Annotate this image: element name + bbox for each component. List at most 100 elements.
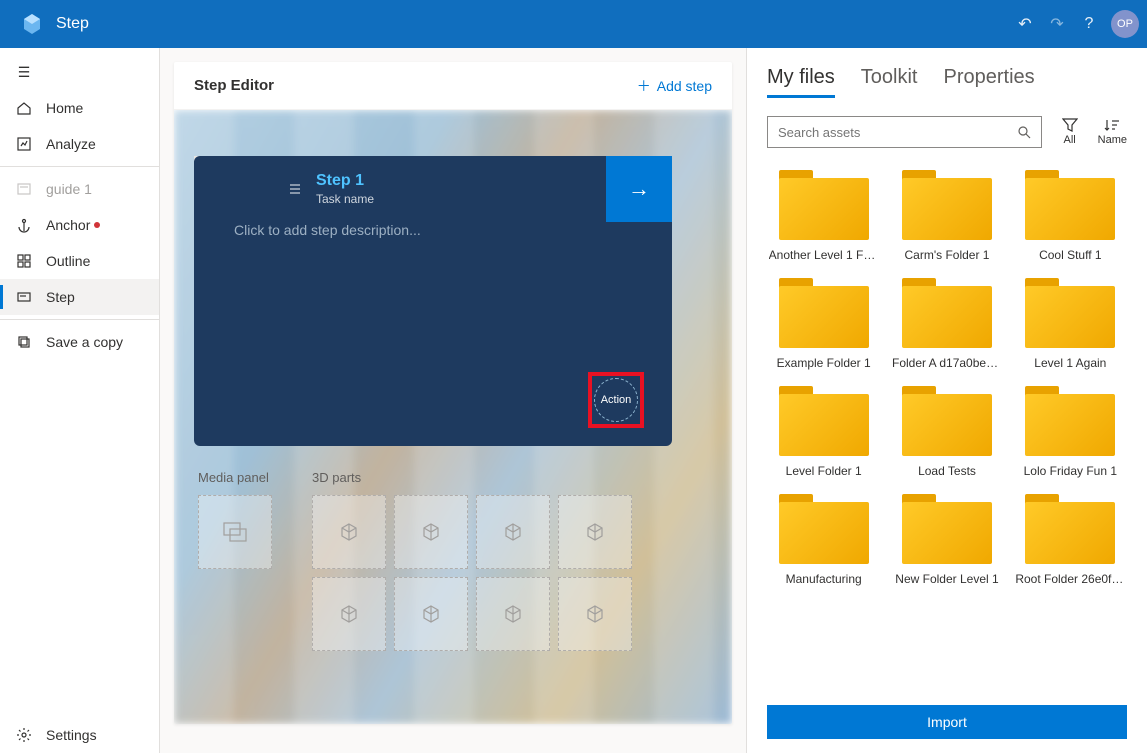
folder-name: Carm's Folder 1 bbox=[905, 248, 990, 262]
folder-icon bbox=[779, 386, 869, 456]
folder-item[interactable]: Folder A d17a0bee-d… bbox=[890, 278, 1003, 370]
folder-item[interactable]: Level 1 Again bbox=[1014, 278, 1127, 370]
editor-area: Step Editor ＋Add step ← Step 1 Task name bbox=[160, 48, 747, 753]
folder-item[interactable]: Another Level 1 Folder bbox=[767, 170, 880, 262]
sidebar-item-analyze[interactable]: Analyze bbox=[0, 126, 159, 162]
3d-part-slot[interactable] bbox=[394, 495, 468, 569]
folder-icon bbox=[902, 170, 992, 240]
folder-item[interactable]: New Folder Level 1 bbox=[890, 494, 1003, 586]
folder-name: Root Folder 26e0f22… bbox=[1015, 572, 1125, 586]
analyze-icon bbox=[14, 136, 34, 152]
sidebar-item-label: Analyze bbox=[46, 136, 96, 152]
guide-icon bbox=[14, 181, 34, 197]
folder-icon bbox=[902, 278, 992, 348]
right-panel: My files Toolkit Properties All Name Ano… bbox=[747, 48, 1147, 753]
step-title: Step 1 bbox=[316, 172, 374, 190]
help-icon[interactable]: ? bbox=[1073, 8, 1105, 40]
step-icon bbox=[14, 289, 34, 305]
3d-part-slot[interactable] bbox=[558, 577, 632, 651]
step-description-input[interactable]: Click to add step description... bbox=[194, 222, 672, 238]
search-input[interactable] bbox=[778, 125, 1017, 140]
folder-icon bbox=[1025, 170, 1115, 240]
3d-parts-panel: 3D parts bbox=[312, 470, 632, 659]
sidebar-item-save-copy[interactable]: Save a copy bbox=[0, 324, 159, 360]
folder-item[interactable]: Lolo Friday Fun 1 bbox=[1014, 386, 1127, 478]
sidebar-item-label: Outline bbox=[46, 253, 90, 269]
folder-item[interactable]: Example Folder 1 bbox=[767, 278, 880, 370]
action-circle-icon: Action bbox=[594, 378, 638, 422]
sidebar-item-settings[interactable]: Settings bbox=[0, 717, 159, 753]
3d-part-slot[interactable] bbox=[558, 495, 632, 569]
editor-title: Step Editor bbox=[194, 77, 274, 94]
copy-icon bbox=[14, 334, 34, 350]
media-panel: Media panel bbox=[198, 470, 272, 659]
hamburger-icon: ☰ bbox=[14, 64, 34, 81]
3d-part-slot[interactable] bbox=[312, 495, 386, 569]
outline-icon bbox=[14, 253, 34, 269]
3d-parts-title: 3D parts bbox=[312, 470, 632, 485]
sidebar-item-label: guide 1 bbox=[46, 181, 92, 197]
folder-name: Level Folder 1 bbox=[786, 464, 862, 478]
step-card[interactable]: Step 1 Task name Click to add step descr… bbox=[194, 156, 672, 446]
folder-icon bbox=[779, 278, 869, 348]
sidebar-item-label: Step bbox=[46, 289, 75, 305]
folder-name: Level 1 Again bbox=[1034, 356, 1106, 370]
page-title: Step bbox=[56, 15, 89, 33]
sidebar-item-anchor[interactable]: Anchor bbox=[0, 207, 159, 243]
next-step-button[interactable]: → bbox=[606, 156, 672, 222]
folder-name: Load Tests bbox=[918, 464, 976, 478]
folder-name: Lolo Friday Fun 1 bbox=[1024, 464, 1117, 478]
list-icon bbox=[288, 182, 302, 196]
sidebar-item-label: Anchor bbox=[46, 217, 90, 233]
sidebar-item-label: Save a copy bbox=[46, 334, 123, 350]
3d-part-slot[interactable] bbox=[394, 577, 468, 651]
folder-item[interactable]: Load Tests bbox=[890, 386, 1003, 478]
folder-name: Manufacturing bbox=[786, 572, 862, 586]
sidebar-item-outline[interactable]: Outline bbox=[0, 243, 159, 279]
plus-icon: ＋ bbox=[637, 76, 651, 96]
folder-icon bbox=[1025, 386, 1115, 456]
sort-button[interactable]: Name bbox=[1098, 118, 1127, 146]
folder-name: Example Folder 1 bbox=[777, 356, 871, 370]
user-avatar[interactable]: OP bbox=[1111, 10, 1139, 38]
folder-item[interactable]: Carm's Folder 1 bbox=[890, 170, 1003, 262]
tab-my-files[interactable]: My files bbox=[767, 66, 835, 98]
media-slot[interactable] bbox=[198, 495, 272, 569]
folder-icon bbox=[779, 494, 869, 564]
tab-toolkit[interactable]: Toolkit bbox=[861, 66, 918, 98]
folder-item[interactable]: Manufacturing bbox=[767, 494, 880, 586]
sidebar-item-label: Settings bbox=[46, 727, 97, 743]
folder-name: New Folder Level 1 bbox=[895, 572, 998, 586]
editor-header: Step Editor ＋Add step bbox=[174, 62, 732, 110]
sidebar-item-label: Home bbox=[46, 100, 83, 116]
3d-part-slot[interactable] bbox=[476, 577, 550, 651]
sidebar: ☰ Home Analyze guide 1 Anchor Outline St… bbox=[0, 48, 160, 753]
import-button[interactable]: Import bbox=[767, 705, 1127, 739]
folder-icon bbox=[1025, 278, 1115, 348]
redo-icon[interactable]: ↷ bbox=[1041, 8, 1073, 40]
folder-name: Folder A d17a0bee-d… bbox=[892, 356, 1002, 370]
3d-part-slot[interactable] bbox=[476, 495, 550, 569]
search-box[interactable] bbox=[767, 116, 1042, 148]
search-icon[interactable] bbox=[1017, 125, 1031, 139]
indicator-dot-icon bbox=[94, 222, 100, 228]
folder-item[interactable]: Root Folder 26e0f22… bbox=[1014, 494, 1127, 586]
right-tabs: My files Toolkit Properties bbox=[767, 66, 1127, 98]
undo-icon[interactable]: ↶ bbox=[1009, 8, 1041, 40]
folder-name: Cool Stuff 1 bbox=[1039, 248, 1101, 262]
3d-part-slot[interactable] bbox=[312, 577, 386, 651]
filter-icon bbox=[1062, 118, 1078, 132]
folder-item[interactable]: Cool Stuff 1 bbox=[1014, 170, 1127, 262]
add-step-button[interactable]: ＋Add step bbox=[637, 76, 712, 96]
hamburger-button[interactable]: ☰ bbox=[0, 54, 159, 90]
tab-properties[interactable]: Properties bbox=[944, 66, 1035, 98]
folder-icon bbox=[779, 170, 869, 240]
action-highlight[interactable]: Action bbox=[588, 372, 644, 428]
sidebar-item-guide[interactable]: guide 1 bbox=[0, 171, 159, 207]
filter-button[interactable]: All bbox=[1062, 118, 1078, 146]
folder-icon bbox=[1025, 494, 1115, 564]
sidebar-item-step[interactable]: Step bbox=[0, 279, 159, 315]
folder-item[interactable]: Level Folder 1 bbox=[767, 386, 880, 478]
sidebar-item-home[interactable]: Home bbox=[0, 90, 159, 126]
titlebar: Step ↶ ↷ ? OP bbox=[0, 0, 1147, 48]
